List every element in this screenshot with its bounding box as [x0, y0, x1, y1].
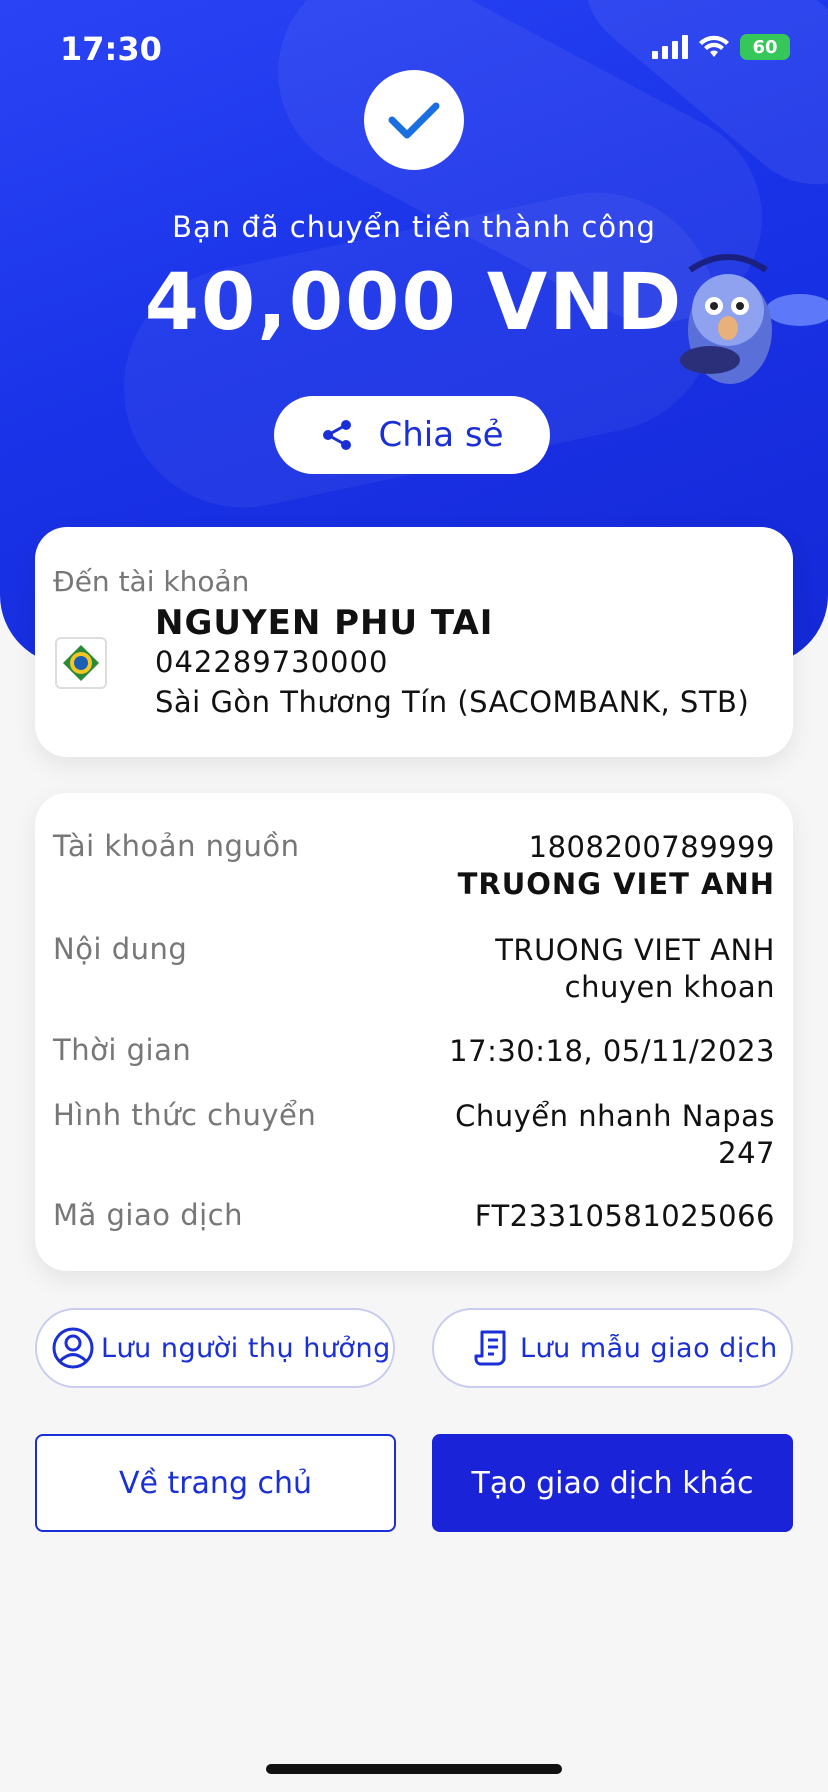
content-value: TRUONG VIET ANH chuyen khoan	[495, 932, 775, 1006]
time-value: 17:30:18, 05/11/2023	[449, 1034, 775, 1068]
battery-level: 60	[752, 36, 778, 58]
recipient-name: NGUYEN PHU TAI	[155, 603, 494, 643]
share-button[interactable]: Chia sẻ	[274, 396, 550, 474]
wifi-icon	[699, 35, 729, 57]
receipt-icon	[474, 1330, 506, 1366]
transaction-details-card: Tài khoản nguồn 1808200789999 TRUONG VIE…	[35, 793, 793, 1271]
source-label: Tài khoản nguồn	[53, 829, 300, 863]
share-label: Chia sẻ	[378, 415, 504, 455]
source-account: 1808200789999	[528, 830, 775, 864]
save-template-label: Lưu mẫu giao dịch	[520, 1332, 778, 1364]
bee-mascot-icon	[680, 254, 828, 384]
new-transaction-button[interactable]: Tạo giao dịch khác	[432, 1434, 793, 1532]
source-name: TRUONG VIET ANH	[457, 867, 775, 901]
time-label: Thời gian	[53, 1033, 192, 1067]
sacombank-logo-icon	[55, 637, 107, 689]
home-button[interactable]: Về trang chủ	[35, 1434, 396, 1532]
recipient-card: Đến tài khoản NGUYEN PHU TAI 04228973000…	[35, 527, 793, 757]
cellular-signal-icon	[652, 35, 688, 59]
share-icon	[323, 420, 352, 450]
home-indicator[interactable]	[266, 1764, 562, 1774]
method-line1: Chuyển nhanh Napas	[455, 1099, 775, 1133]
user-circle-icon	[52, 1327, 94, 1369]
save-beneficiary-button[interactable]: Lưu người thụ hưởng	[35, 1308, 395, 1388]
success-message: Bạn đã chuyển tiền thành công	[172, 210, 656, 244]
recipient-account: 042289730000	[155, 645, 389, 679]
method-value: Chuyển nhanh Napas 247	[455, 1098, 775, 1172]
content-line1: TRUONG VIET ANH	[495, 933, 775, 967]
content-line2: chuyen khoan	[564, 970, 775, 1004]
txn-label: Mã giao dịch	[53, 1198, 243, 1232]
source-value: 1808200789999 TRUONG VIET ANH	[458, 829, 775, 903]
new-transaction-label: Tạo giao dịch khác	[471, 1465, 754, 1501]
method-line2: 247	[718, 1136, 775, 1170]
success-check-icon	[364, 70, 464, 170]
recipient-label: Đến tài khoản	[53, 565, 250, 598]
status-icons: 60	[652, 34, 790, 60]
recipient-bank: Sài Gòn Thương Tín (SACOMBANK, STB)	[155, 685, 750, 719]
battery-icon: 60	[740, 34, 790, 60]
save-template-button[interactable]: Lưu mẫu giao dịch	[432, 1308, 793, 1388]
transfer-success-screen: 17:30 60 Bạn đã chuyển tiền thành công 4…	[0, 0, 828, 1792]
txn-value: FT23310581025066	[474, 1199, 775, 1233]
save-beneficiary-label: Lưu người thụ hưởng	[101, 1332, 391, 1364]
content-label: Nội dung	[53, 932, 188, 966]
status-time: 17:30	[60, 30, 162, 68]
home-button-label: Về trang chủ	[118, 1465, 313, 1501]
method-label: Hình thức chuyển	[53, 1098, 317, 1132]
